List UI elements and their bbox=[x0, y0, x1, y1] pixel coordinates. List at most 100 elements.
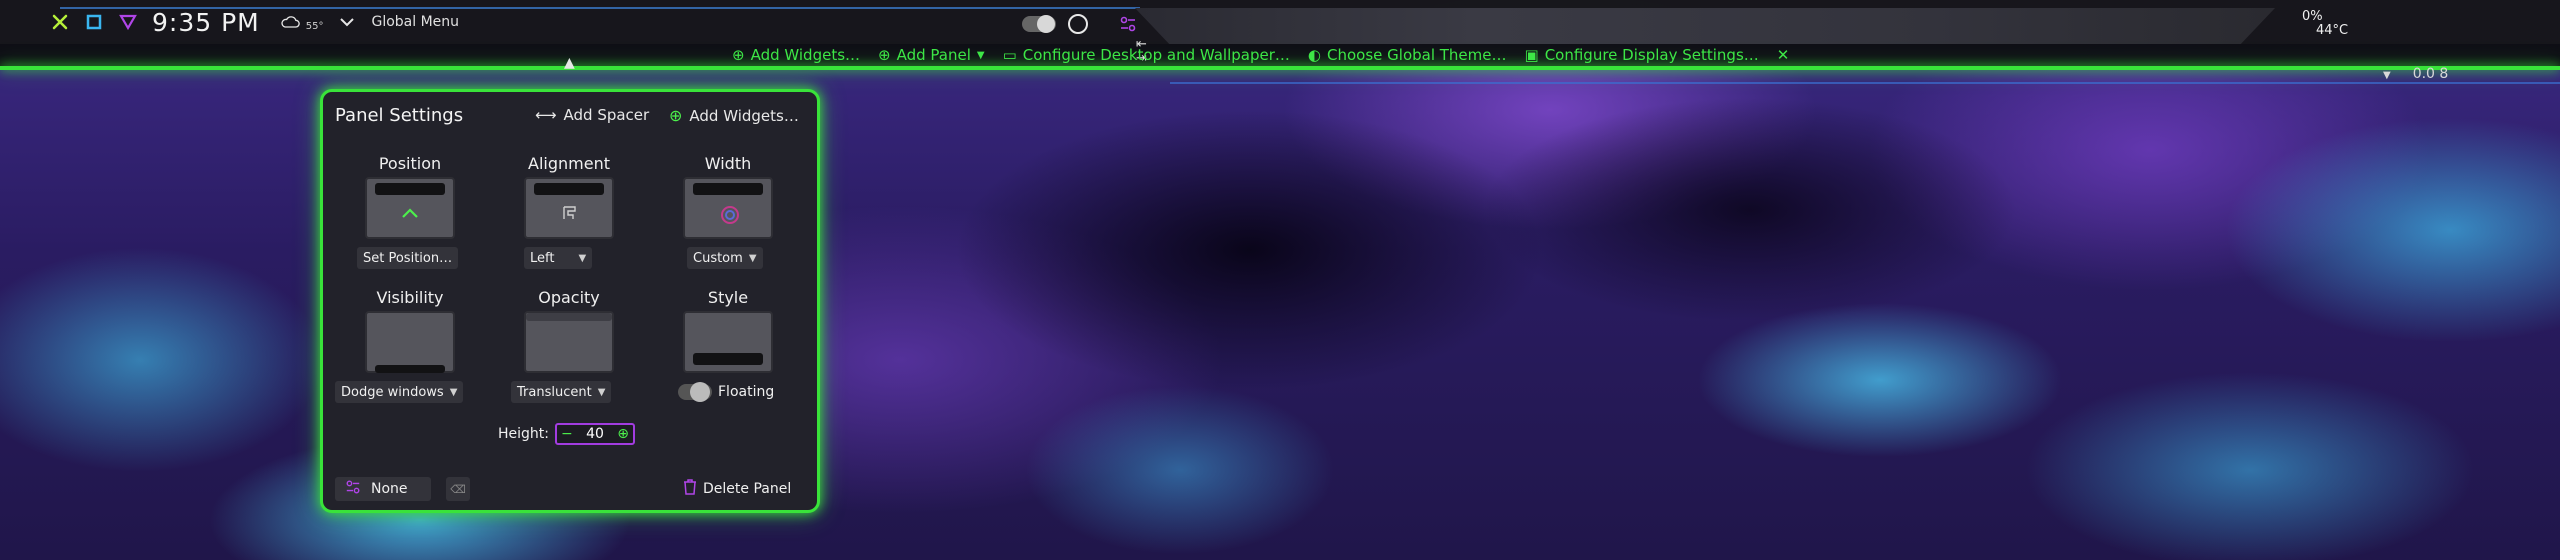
preview-panel-bar bbox=[693, 183, 763, 195]
close-icon: ✕ bbox=[1776, 46, 1790, 64]
exit-edit-mode-button[interactable]: ✕ bbox=[1777, 46, 1790, 64]
preview-panel-bar bbox=[375, 365, 445, 373]
battery-level: 0% bbox=[2302, 9, 2323, 24]
cpu-temperature: 44°C bbox=[2316, 23, 2349, 38]
add-widgets-toolbar-button[interactable]: ⊕ Add Widgets… bbox=[732, 46, 860, 64]
alignment-combo[interactable]: Left ▼ bbox=[524, 247, 593, 269]
height-row: Height: − 40 ⊕ bbox=[498, 423, 635, 445]
style-label: Style bbox=[707, 288, 749, 307]
add-panel-toolbar-label: Add Panel bbox=[896, 46, 971, 64]
configure-display-toolbar-button[interactable]: ▣ Configure Display Settings… bbox=[1525, 46, 1759, 64]
toolbar-underline bbox=[1170, 82, 2560, 84]
chevron-down-icon: ▼ bbox=[976, 49, 985, 61]
position-value: Set Position… bbox=[363, 250, 453, 266]
floating-toggle[interactable]: Floating bbox=[678, 382, 775, 402]
dialog-title: Panel Settings bbox=[335, 105, 464, 126]
custom-width-icon bbox=[721, 206, 739, 224]
panel-settings-dialog: Panel Settings ⟷ Add Spacer ⊕ Add Widget… bbox=[320, 89, 820, 513]
width-combo[interactable]: Custom ▼ bbox=[687, 247, 763, 269]
top-left-cluster: 9:35 PM 55° Global Menu bbox=[50, 8, 459, 37]
increment-icon[interactable]: ⊕ bbox=[617, 426, 629, 442]
toolbar-right-value: 0.0 8 bbox=[2412, 66, 2449, 82]
alignment-preview[interactable] bbox=[524, 177, 614, 239]
height-value[interactable]: 40 bbox=[586, 426, 604, 442]
weather-temperature: 55° bbox=[305, 20, 324, 32]
plus-circle-icon: ⊕ bbox=[669, 106, 683, 125]
preview-panel-bar bbox=[693, 353, 763, 365]
square-icon[interactable] bbox=[84, 12, 104, 32]
plus-circle-icon: ⊕ bbox=[732, 46, 745, 64]
trash-icon bbox=[683, 479, 697, 499]
chevron-down-icon: ▼ bbox=[449, 386, 458, 398]
position-preview[interactable] bbox=[365, 177, 455, 239]
floating-switch[interactable] bbox=[678, 382, 712, 402]
sliders-icon bbox=[345, 479, 361, 499]
opacity-preview[interactable] bbox=[524, 311, 614, 373]
style-preview[interactable] bbox=[683, 311, 773, 373]
preview-panel-bar bbox=[534, 183, 604, 195]
configure-display-toolbar-label: Configure Display Settings… bbox=[1544, 46, 1759, 64]
chevron-down-icon: ▼ bbox=[578, 252, 587, 264]
top-center-cluster bbox=[1022, 14, 1138, 34]
chevron-down-icon: ▼ bbox=[748, 252, 757, 264]
configure-desktop-toolbar-button[interactable]: ▭ Configure Desktop and Wallpaper… bbox=[1003, 46, 1290, 64]
opacity-label: Opacity bbox=[538, 288, 600, 307]
alignment-value: Left bbox=[530, 250, 555, 266]
choose-global-theme-toolbar-button[interactable]: ◐ Choose Global Theme… bbox=[1308, 46, 1507, 64]
decrement-icon[interactable]: − bbox=[561, 426, 573, 442]
toggle-icon[interactable] bbox=[1022, 15, 1056, 33]
floating-label: Floating bbox=[718, 384, 775, 400]
global-menu[interactable]: Global Menu bbox=[371, 14, 459, 30]
triangle-icon[interactable] bbox=[118, 12, 138, 32]
clock[interactable]: 9:35 PM bbox=[152, 8, 260, 37]
chevron-down-icon: ▼ bbox=[597, 386, 606, 398]
visibility-label: Visibility bbox=[376, 288, 444, 307]
sliders-icon[interactable] bbox=[1118, 14, 1138, 34]
delete-panel-label: Delete Panel bbox=[703, 481, 792, 497]
add-widgets-toolbar-label: Add Widgets… bbox=[750, 46, 861, 64]
caret-up-icon[interactable]: ▲ bbox=[564, 55, 575, 71]
align-left-icon bbox=[563, 206, 576, 219]
none-label: None bbox=[371, 481, 408, 497]
cloud-icon[interactable] bbox=[280, 12, 300, 32]
desktop-icon: ▭ bbox=[1002, 46, 1017, 64]
opacity-combo[interactable]: Translucent ▼ bbox=[511, 381, 612, 403]
none-button[interactable]: None bbox=[335, 477, 431, 501]
add-spacer-label: Add Spacer bbox=[563, 106, 650, 124]
display-icon: ▣ bbox=[1524, 46, 1539, 64]
opacity-value: Translucent bbox=[517, 384, 592, 400]
width-value: Custom bbox=[693, 250, 743, 266]
width-label: Width bbox=[704, 154, 752, 173]
position-label: Position bbox=[378, 154, 442, 173]
clear-button[interactable]: ⌫ bbox=[446, 477, 470, 501]
width-preview[interactable] bbox=[683, 177, 773, 239]
add-panel-toolbar-button[interactable]: ⊕ Add Panel ▼ bbox=[878, 46, 985, 64]
panel-glow-line bbox=[0, 66, 2560, 70]
add-spacer-button[interactable]: ⟷ Add Spacer bbox=[535, 106, 649, 124]
chevron-down-icon[interactable] bbox=[337, 12, 357, 32]
edit-toolbar-items: ⊕ Add Widgets… ⊕ Add Panel ▼ ▭ Configure… bbox=[732, 46, 1789, 64]
height-label: Height: bbox=[498, 426, 549, 442]
circle-icon[interactable] bbox=[1068, 14, 1088, 34]
choose-global-theme-toolbar-label: Choose Global Theme… bbox=[1327, 46, 1507, 64]
delete-panel-button[interactable]: Delete Panel bbox=[683, 479, 791, 499]
configure-desktop-toolbar-label: Configure Desktop and Wallpaper… bbox=[1022, 46, 1290, 64]
visibility-preview[interactable] bbox=[365, 311, 455, 373]
preview-panel-bar bbox=[375, 183, 445, 195]
visibility-combo[interactable]: Dodge windows ▼ bbox=[335, 381, 464, 403]
top-right-tab bbox=[1135, 8, 2275, 44]
close-icon[interactable] bbox=[50, 12, 70, 32]
add-widgets-label: Add Widgets… bbox=[689, 106, 799, 125]
add-widgets-button[interactable]: ⊕ Add Widgets… bbox=[669, 106, 799, 125]
plus-circle-icon: ⊕ bbox=[878, 46, 891, 64]
position-combo[interactable]: Set Position… bbox=[357, 247, 459, 269]
theme-icon: ◐ bbox=[1307, 46, 1321, 64]
toolbar-right-control[interactable]: ▼ 0.0 8 bbox=[2383, 66, 2448, 82]
backspace-icon: ⌫ bbox=[450, 482, 466, 496]
preview-panel-bar bbox=[526, 313, 612, 321]
spacer-icon: ⟷ bbox=[535, 106, 557, 124]
height-spinbox[interactable]: − 40 ⊕ bbox=[555, 423, 635, 445]
arrow-up-icon bbox=[402, 208, 418, 218]
visibility-value: Dodge windows bbox=[341, 384, 444, 400]
alignment-label: Alignment bbox=[528, 154, 610, 173]
